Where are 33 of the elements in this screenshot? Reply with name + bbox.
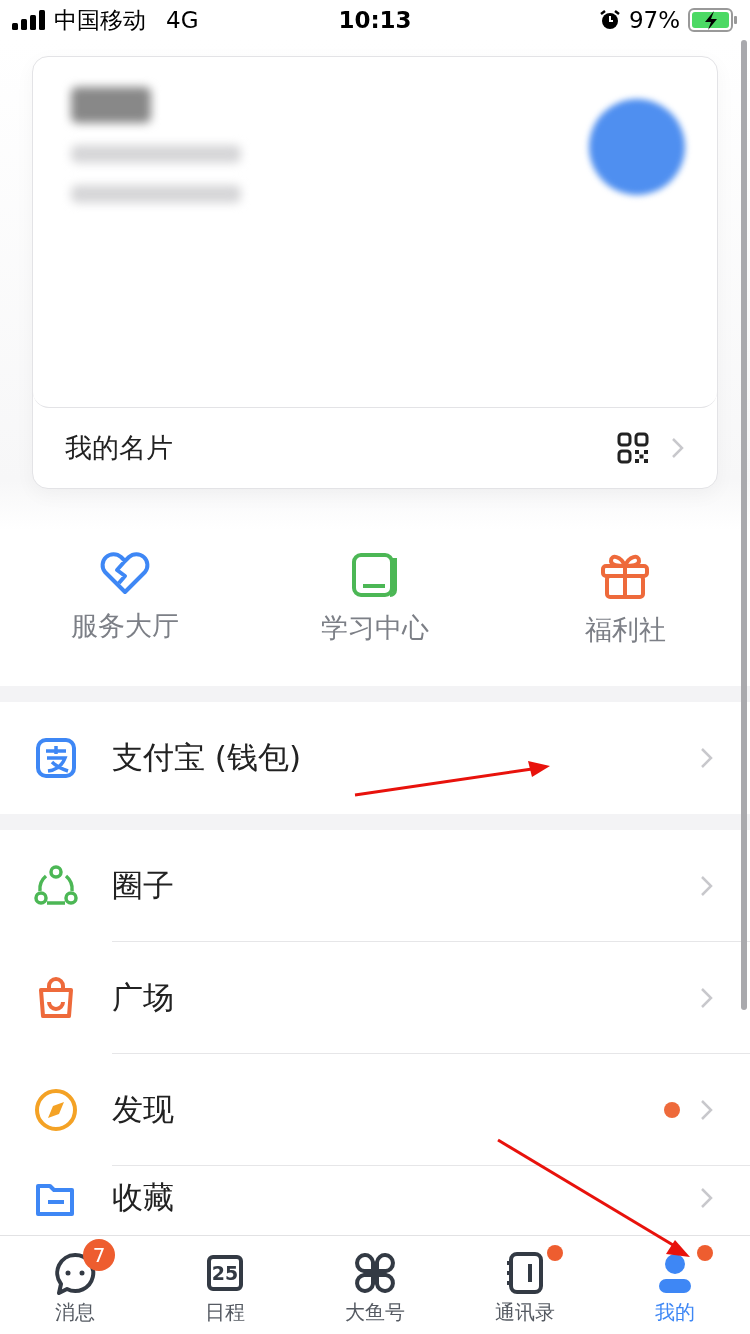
- chevron-right-icon: [700, 1099, 714, 1121]
- book-icon: [351, 552, 399, 598]
- payment-icon: [34, 737, 78, 779]
- tab-bar-item[interactable]: 通讯录: [450, 1236, 600, 1334]
- signal-icon: [12, 10, 46, 30]
- chevron-right-icon: [700, 987, 714, 1009]
- address-book-icon: [505, 1250, 545, 1295]
- battery-percent: 97%: [628, 7, 680, 33]
- tab-bar-item[interactable]: 25 日程: [150, 1236, 300, 1334]
- connected-dots-icon: [34, 865, 78, 907]
- clock-time: 10:13: [338, 7, 412, 33]
- chevron-right-icon: [700, 875, 714, 897]
- alarm-icon: [598, 9, 621, 31]
- tab-bar-item[interactable]: 7 消息: [0, 1236, 150, 1334]
- unread-count-badge: 7: [83, 1238, 115, 1271]
- chevron-right-icon: [700, 1187, 714, 1209]
- shortcut-button[interactable]: 福利社: [525, 552, 725, 648]
- carrier-name: 中国移动: [54, 5, 146, 35]
- profile-card[interactable]: 我的名片: [32, 56, 718, 489]
- qr-code-icon[interactable]: [617, 432, 649, 464]
- shortcut-button[interactable]: 服务大厅: [25, 552, 225, 648]
- four-petal-icon: [354, 1251, 396, 1294]
- business-card-label: 我的名片: [65, 431, 174, 465]
- gift-icon: [600, 552, 650, 600]
- network-type: 4G: [166, 7, 199, 33]
- shortcut-button[interactable]: 学习中心: [275, 552, 475, 648]
- calendar-icon: 25: [207, 1254, 243, 1291]
- chevron-right-icon: [671, 437, 685, 459]
- chevron-right-icon: [700, 747, 714, 769]
- battery-charging-icon: [688, 8, 738, 32]
- tab-bar-item[interactable]: 大鱼号: [300, 1236, 450, 1334]
- compass-icon: [34, 1088, 78, 1132]
- heart-icon: [99, 552, 151, 596]
